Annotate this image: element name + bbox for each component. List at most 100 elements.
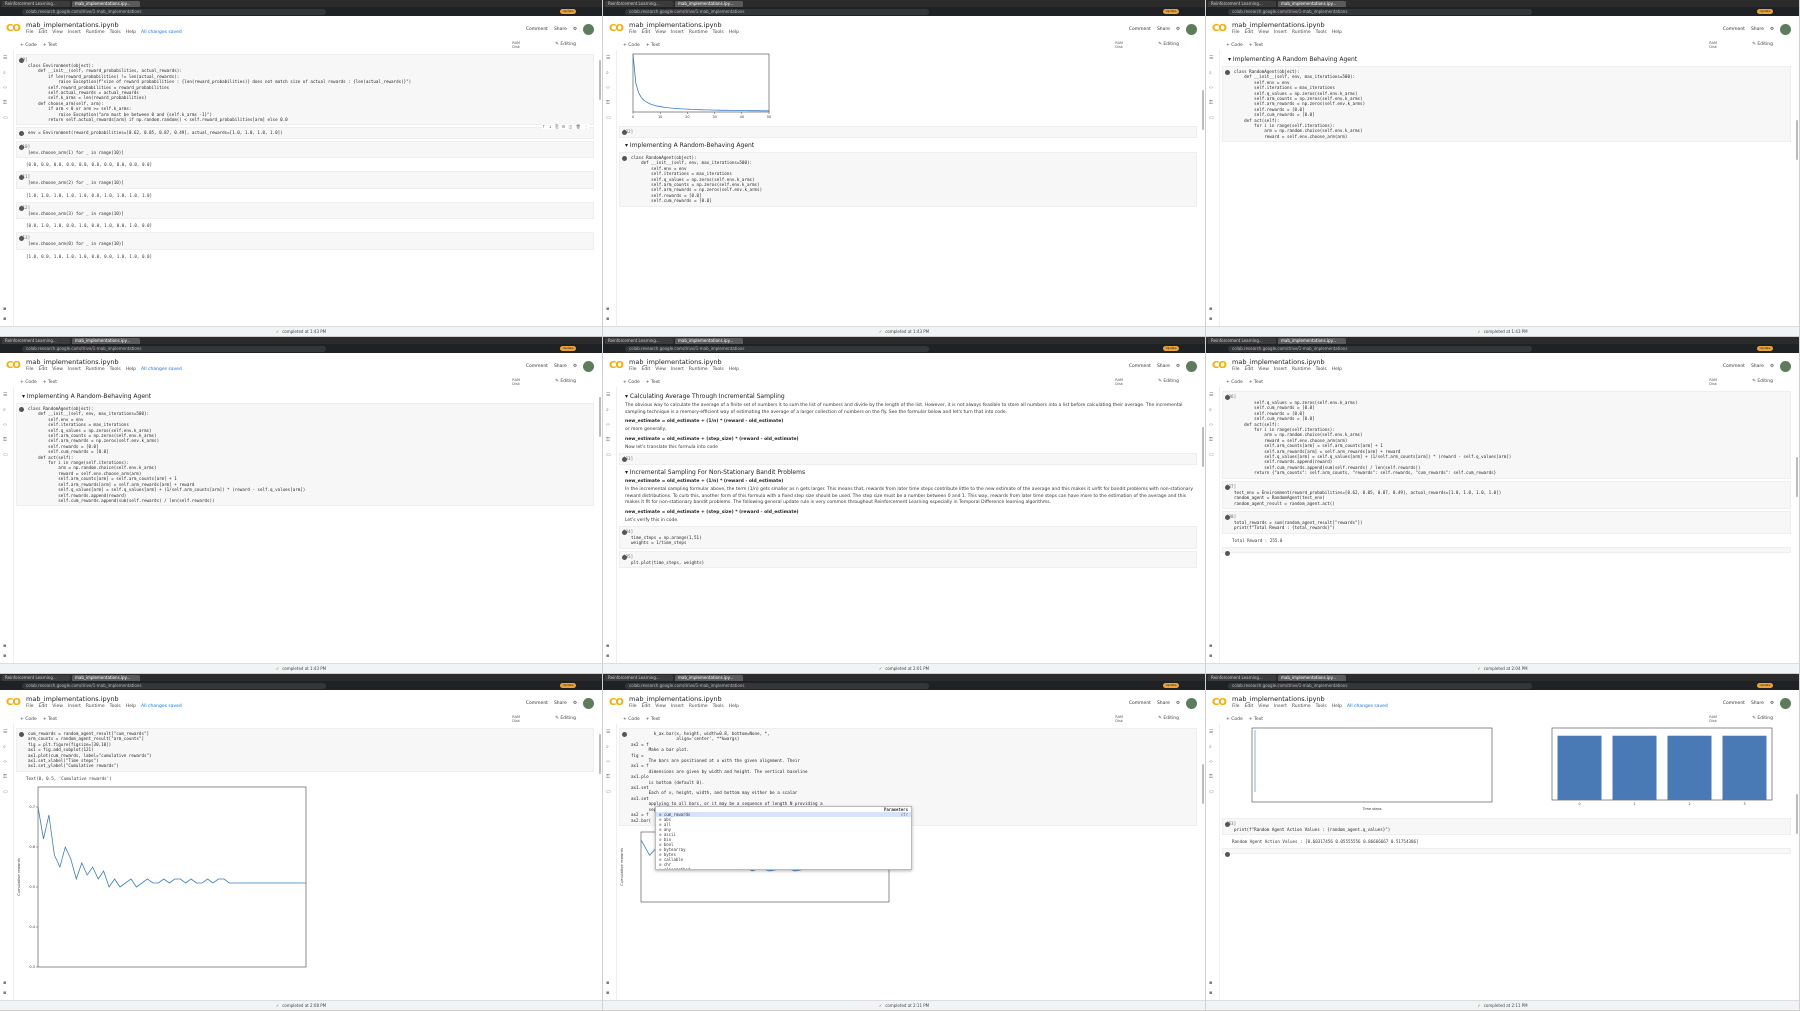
editing-mode-button[interactable]: ✎ Editing bbox=[555, 42, 576, 47]
editing-mode-button[interactable]: ✎ Editing bbox=[555, 716, 576, 721]
code-editor[interactable]: class RandomAgent(object): def __init__(… bbox=[20, 406, 590, 503]
ram-disk-indicator[interactable]: RAM Disk bbox=[1709, 715, 1717, 723]
address-bar[interactable]: colab.research.google.com/drive/1-mab_im… bbox=[22, 345, 326, 352]
key-icon[interactable]: ⚿ bbox=[606, 438, 612, 443]
code-cell[interactable]: env = Environment(reward_probabilities=[… bbox=[16, 124, 594, 139]
menu-item-runtime[interactable]: Runtime bbox=[1292, 30, 1311, 35]
menu-item-runtime[interactable]: Runtime bbox=[86, 367, 105, 372]
code-cell[interactable]: [37] test_env = Environment(reward_proba… bbox=[1222, 480, 1791, 509]
code-cell[interactable]: [9] class Environment(object): def __ini… bbox=[16, 54, 594, 126]
colab-logo[interactable]: CO bbox=[1212, 360, 1227, 371]
key-icon[interactable]: ⚿ bbox=[3, 101, 9, 106]
colab-logo[interactable]: CO bbox=[1212, 697, 1227, 708]
editing-mode-button[interactable]: ✎ Editing bbox=[1158, 42, 1179, 47]
code-icon[interactable]: ‹› bbox=[1209, 86, 1215, 91]
code-cell[interactable]: [11] [env.choose_arm(2) for _ in range(1… bbox=[16, 171, 594, 189]
menu-item-help[interactable]: Help bbox=[729, 30, 739, 35]
menu-item-help[interactable]: Help bbox=[1332, 704, 1342, 709]
notebook-title[interactable]: mab_implementations.ipynb bbox=[26, 21, 119, 29]
gear-icon[interactable]: ⚙ bbox=[1770, 27, 1774, 32]
key-icon[interactable]: ⚿ bbox=[1209, 775, 1215, 780]
code-cell[interactable]: [36] self.q_values = np.zeros(self.env.k… bbox=[1222, 391, 1791, 479]
menu-item-file[interactable]: File bbox=[1232, 704, 1240, 709]
command-icon[interactable]: ▪ bbox=[606, 307, 612, 312]
code-cell[interactable]: class RandomAgent(object): def __init__(… bbox=[619, 152, 1197, 207]
share-button[interactable]: Share bbox=[554, 701, 567, 706]
menu-icon[interactable]: ☰ bbox=[606, 56, 612, 61]
notebook-title[interactable]: mab_implementations.ipynb bbox=[629, 695, 722, 703]
add-code-button[interactable]: + Code bbox=[623, 717, 640, 722]
share-button[interactable]: Share bbox=[1157, 701, 1170, 706]
scrollbar-thumb[interactable] bbox=[599, 734, 601, 774]
menu-item-tools[interactable]: Tools bbox=[713, 704, 724, 709]
gear-icon[interactable]: ⚙ bbox=[573, 364, 577, 369]
terminal-icon[interactable]: ▪ bbox=[606, 991, 612, 996]
search-icon[interactable]: ⌕ bbox=[3, 71, 9, 76]
avatar[interactable] bbox=[1780, 24, 1791, 35]
menu-item-edit[interactable]: Edit bbox=[642, 704, 651, 709]
code-icon[interactable]: ‹› bbox=[3, 760, 9, 765]
menu-icon[interactable]: ☰ bbox=[1209, 730, 1215, 735]
notebook-title[interactable]: mab_implementations.ipynb bbox=[26, 695, 119, 703]
code-editor[interactable]: time_steps = np.arange(1,51) weights = 1/… bbox=[623, 535, 1193, 546]
code-cell[interactable]: class RandomAgent(object): def __init__(… bbox=[16, 403, 594, 507]
menu-item-insert[interactable]: Insert bbox=[671, 30, 684, 35]
avatar[interactable] bbox=[1186, 361, 1197, 372]
code-cell[interactable]: [53] print(f"Random Agent Action Values … bbox=[1222, 818, 1791, 836]
menu-item-view[interactable]: View bbox=[1258, 367, 1269, 372]
command-icon[interactable]: ▪ bbox=[3, 307, 9, 312]
menu-item-tools[interactable]: Tools bbox=[1316, 367, 1327, 372]
code-cell[interactable] bbox=[1222, 546, 1791, 556]
menu-item-help[interactable]: Help bbox=[1332, 367, 1342, 372]
comment-button[interactable]: Comment bbox=[526, 701, 548, 706]
gear-icon[interactable]: ⚙ bbox=[1770, 701, 1774, 706]
menu-item-insert[interactable]: Insert bbox=[671, 704, 684, 709]
comment-button[interactable]: Comment bbox=[526, 27, 548, 32]
notebook-title[interactable]: mab_implementations.ipynb bbox=[629, 21, 722, 29]
code-cell[interactable]: class RandomAgent(object): def __init__(… bbox=[1222, 66, 1791, 143]
menu-item-help[interactable]: Help bbox=[126, 367, 136, 372]
avatar[interactable] bbox=[583, 361, 594, 372]
key-icon[interactable]: ⚿ bbox=[3, 438, 9, 443]
menu-item-help[interactable]: Help bbox=[1332, 30, 1342, 35]
ram-disk-indicator[interactable]: RAM Disk bbox=[512, 715, 520, 723]
code-editor[interactable]: class RandomAgent(object): def __init__(… bbox=[1226, 69, 1787, 139]
add-code-button[interactable]: + Code bbox=[20, 717, 37, 722]
code-editor[interactable]: print(f"Random Agent Action Values : {ra… bbox=[1226, 827, 1787, 832]
terminal-icon[interactable]: ▪ bbox=[3, 654, 9, 659]
scrollbar-thumb[interactable] bbox=[1202, 764, 1204, 804]
run-cell-icon[interactable] bbox=[19, 205, 24, 211]
add-code-button[interactable]: + Code bbox=[623, 43, 640, 48]
code-icon[interactable]: ‹› bbox=[3, 86, 9, 91]
code-editor[interactable]: test_env = Environment(reward_probabilit… bbox=[1226, 490, 1787, 506]
code-editor[interactable]: class Environment(object): def __init__(… bbox=[20, 63, 590, 122]
run-cell-icon[interactable] bbox=[1225, 514, 1230, 520]
menu-item-runtime[interactable]: Runtime bbox=[1292, 704, 1311, 709]
menu-item-edit[interactable]: Edit bbox=[642, 367, 651, 372]
avatar[interactable] bbox=[1780, 698, 1791, 709]
update-button[interactable]: Update bbox=[1163, 346, 1179, 351]
run-cell-icon[interactable] bbox=[622, 130, 627, 135]
menu-item-file[interactable]: File bbox=[26, 704, 34, 709]
ram-disk-indicator[interactable]: RAM Disk bbox=[1709, 378, 1717, 386]
comment-button[interactable]: Comment bbox=[1129, 27, 1151, 32]
folder-icon[interactable]: ▭ bbox=[606, 453, 612, 458]
gear-icon[interactable]: ⚙ bbox=[1176, 701, 1180, 706]
run-cell-icon[interactable] bbox=[622, 457, 627, 462]
add-code-button[interactable]: + Code bbox=[1226, 43, 1243, 48]
comment-button[interactable]: Comment bbox=[1129, 701, 1151, 706]
code-editor[interactable]: env = Environment(reward_probabilities=[… bbox=[20, 130, 590, 135]
menu-item-runtime[interactable]: Runtime bbox=[689, 30, 708, 35]
menu-item-file[interactable]: File bbox=[629, 30, 637, 35]
menu-icon[interactable]: ☰ bbox=[3, 56, 9, 61]
avatar[interactable] bbox=[583, 698, 594, 709]
scrollbar-thumb[interactable] bbox=[1202, 90, 1204, 130]
folder-icon[interactable]: ▭ bbox=[1209, 453, 1215, 458]
avatar[interactable] bbox=[1780, 361, 1791, 372]
share-button[interactable]: Share bbox=[1751, 27, 1764, 32]
terminal-icon[interactable]: ▪ bbox=[606, 317, 612, 322]
code-cell[interactable] bbox=[1222, 848, 1791, 858]
menu-icon[interactable]: ☰ bbox=[606, 393, 612, 398]
comment-button[interactable]: Comment bbox=[526, 364, 548, 369]
run-cell-icon[interactable] bbox=[1225, 395, 1230, 400]
